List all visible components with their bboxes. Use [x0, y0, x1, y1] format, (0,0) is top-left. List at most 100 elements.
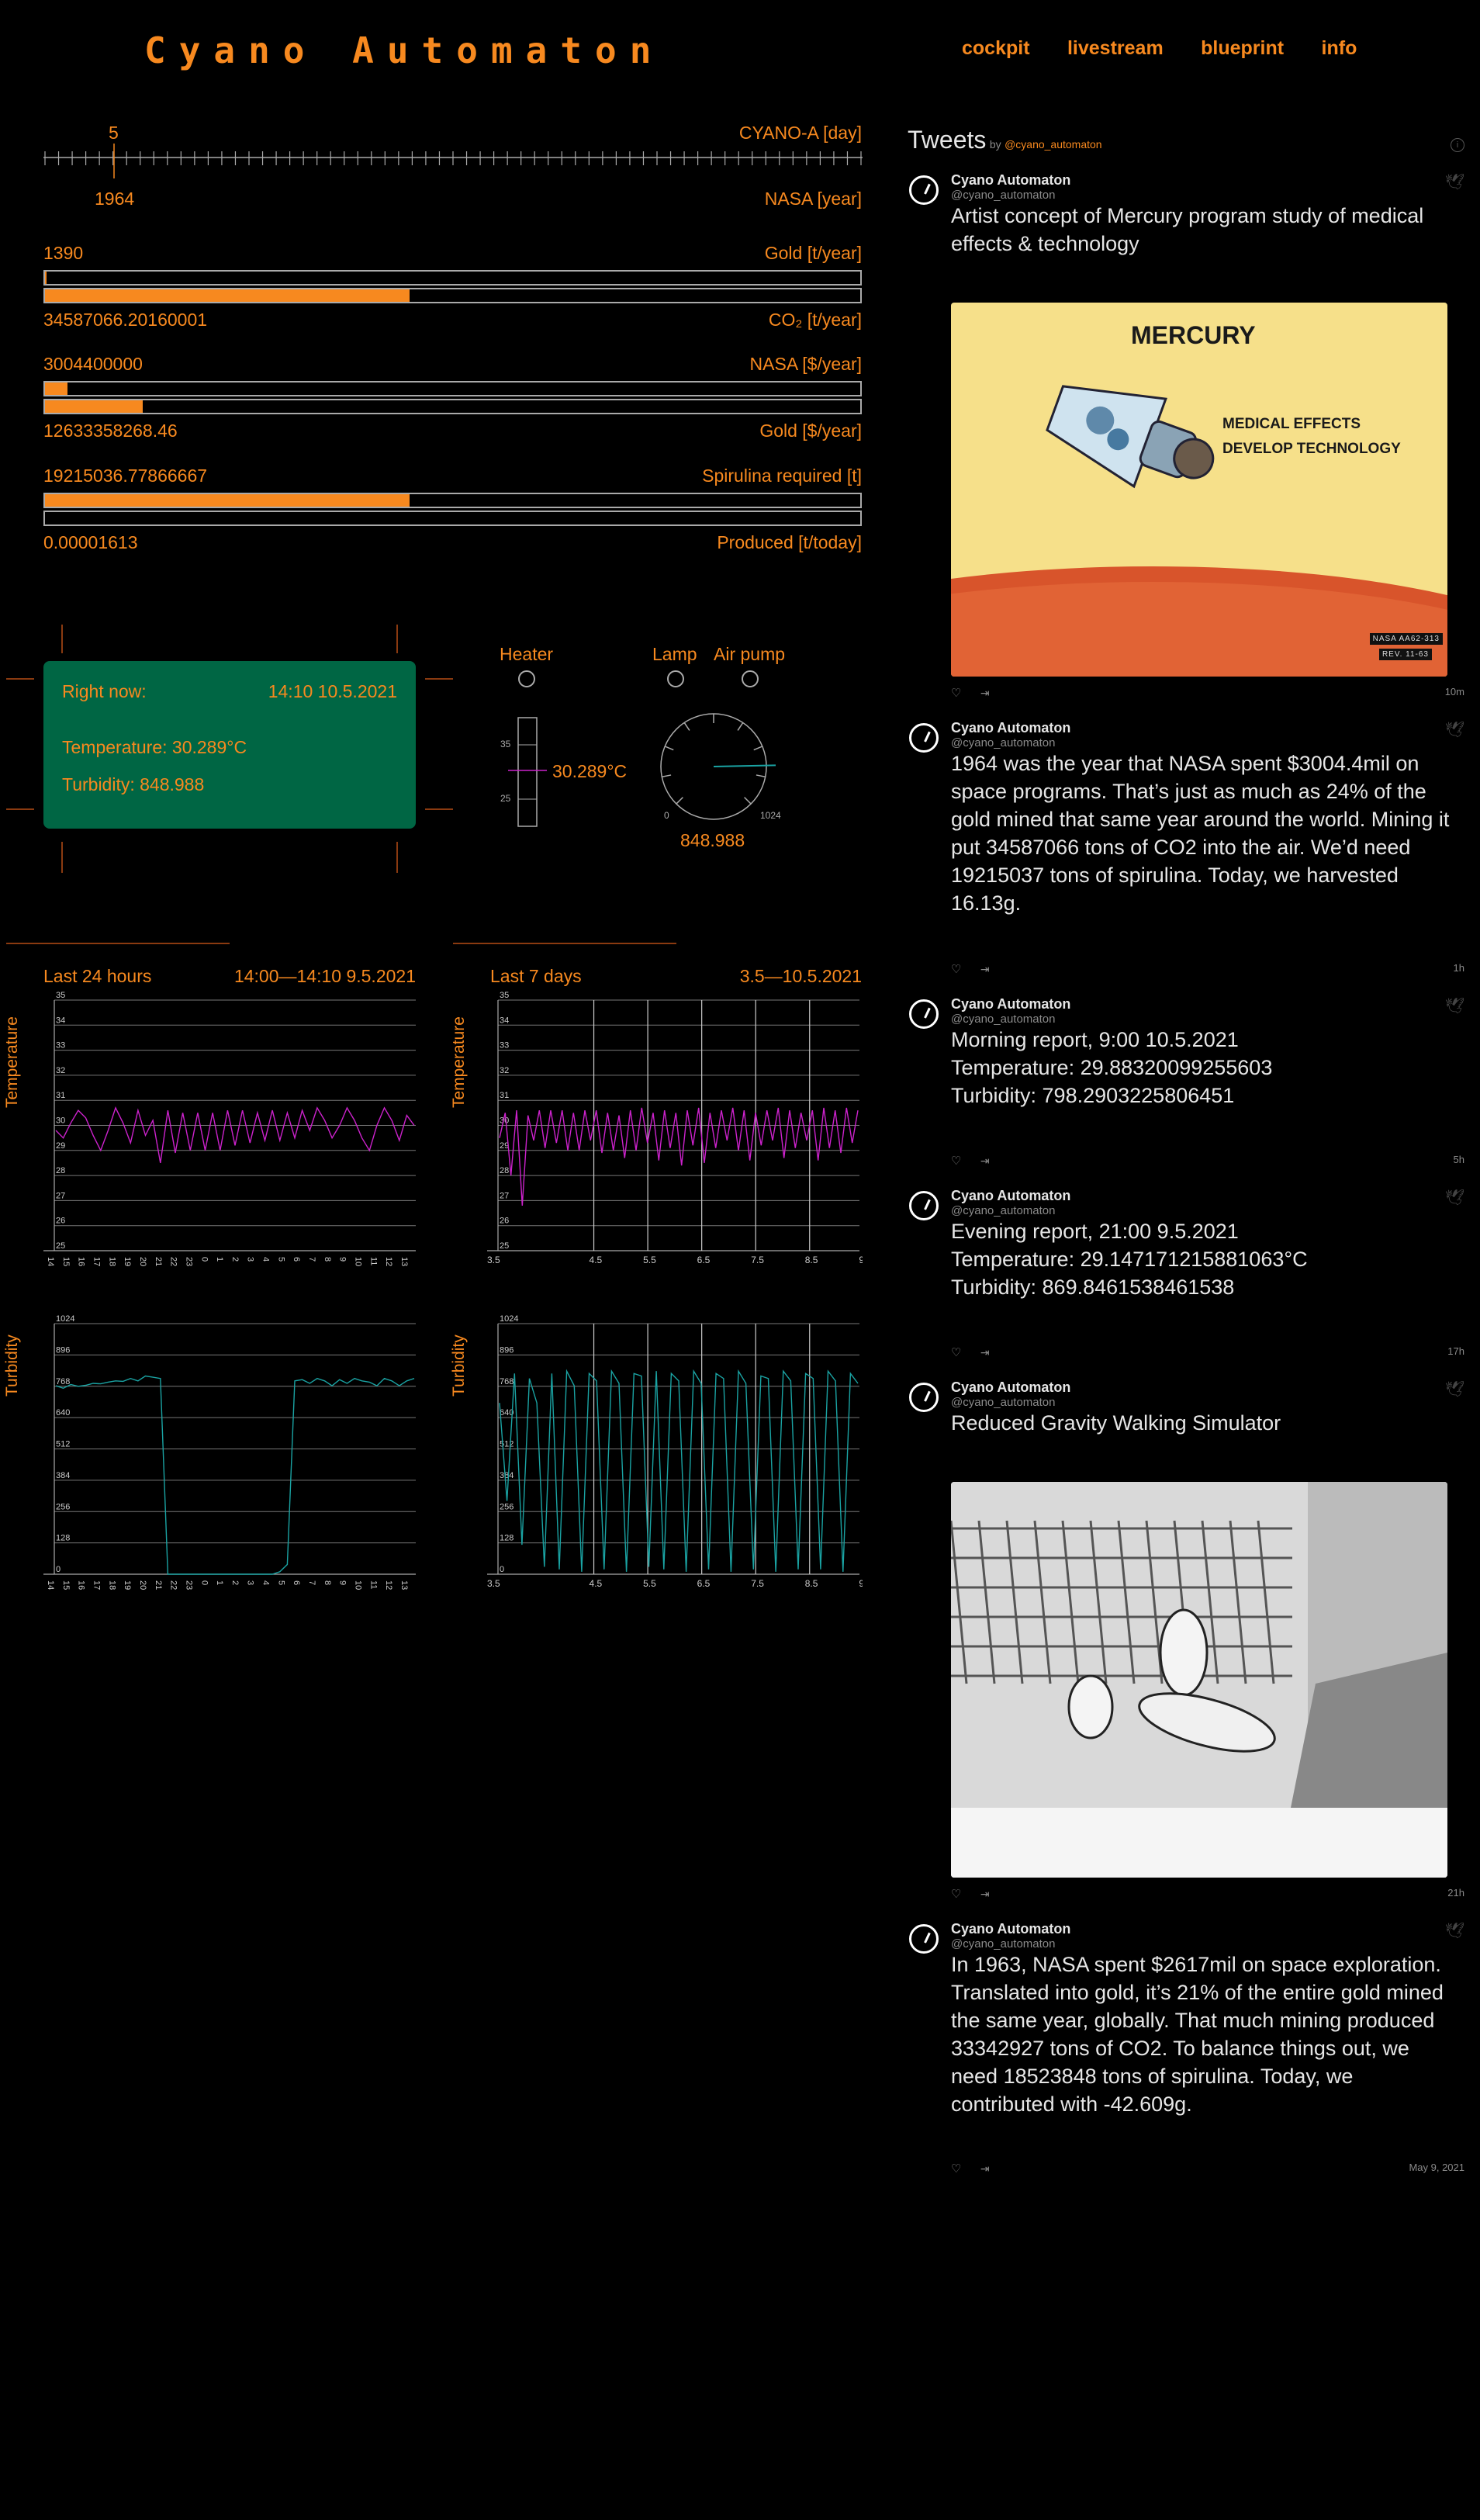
heater-indicator[interactable] [518, 670, 535, 687]
share-icon[interactable]: ⇥ [980, 1154, 990, 1167]
x-tick-label: 9 [338, 1580, 348, 1585]
bar-1-bottom-value: 12633358268.46 [43, 421, 178, 441]
heart-icon[interactable]: ♡ [951, 1346, 961, 1359]
share-icon[interactable]: ⇥ [980, 1888, 990, 1900]
thermo-tick-25: 25 [500, 793, 511, 804]
tweet-2-name[interactable]: Cyano Automaton [951, 996, 1455, 1012]
y-tick-label: 128 [56, 1534, 70, 1543]
air-pump-indicator[interactable] [742, 670, 759, 687]
lamp-indicator[interactable] [667, 670, 684, 687]
series-line [55, 1106, 415, 1164]
x-tick-label: 14 [46, 1580, 55, 1590]
timeline-bottom-label: NASA [year] [764, 189, 862, 209]
heart-icon[interactable]: ♡ [951, 963, 961, 976]
y-tick-label: 32 [56, 1066, 65, 1075]
tweet-2-time[interactable]: 5h [1454, 1154, 1464, 1165]
tweet-0-name[interactable]: Cyano Automaton [951, 172, 1455, 189]
tweet-0-avatar[interactable] [909, 175, 939, 205]
tweet-1-avatar[interactable] [909, 723, 939, 753]
y-tick-label: 896 [56, 1345, 70, 1355]
share-icon[interactable]: ⇥ [980, 2162, 990, 2175]
gauge-tick [753, 746, 763, 751]
tweet-1-time[interactable]: 1h [1454, 962, 1464, 974]
now-title: Right now: [62, 681, 147, 701]
x-tick-label: 6 [292, 1580, 301, 1585]
gauge-tick [676, 797, 683, 805]
bar-0-top-label: Gold [t/year] [764, 243, 862, 263]
tweet-5-handle[interactable]: @cyano_automaton [951, 1937, 1455, 1951]
site-logo[interactable]: Cyano Automaton [144, 29, 664, 71]
x-tick-label: 7 [307, 1257, 316, 1262]
tweets-account-link[interactable]: @cyano_automaton [1005, 138, 1102, 151]
tweet-2-avatar[interactable] [909, 999, 939, 1029]
nav-livestream[interactable]: livestream [1067, 37, 1164, 59]
mercury-image[interactable]: MERCURY MEDICAL EFFECTS DEVELOP TECHNOLO… [951, 303, 1447, 677]
turbidity-gauge [660, 713, 776, 820]
x-tick-label: 21 [154, 1257, 163, 1266]
x-tick-label: 3.5 [487, 1255, 500, 1265]
x-tick-label: 17 [92, 1257, 101, 1266]
panel-dividers [6, 943, 676, 944]
x-tick-label: 4 [261, 1580, 271, 1585]
week-temp-ylabel: Temperature [450, 1016, 468, 1108]
y-tick-label: 256 [500, 1502, 514, 1511]
tweet-4-handle[interactable]: @cyano_automaton [951, 1396, 1455, 1409]
tweet-0-handle[interactable]: @cyano_automaton [951, 189, 1455, 202]
tweet-5-name[interactable]: Cyano Automaton [951, 1921, 1455, 1937]
x-tick-label: 20 [138, 1580, 147, 1590]
tweet-0-time[interactable]: 10m [1445, 686, 1464, 698]
nav-info[interactable]: info [1322, 37, 1357, 59]
week-temperature-chart: 35343332313029282726253.5 4.5 5.5 6.5 7.5 8.5… [487, 991, 863, 1265]
nav-blueprint[interactable]: blueprint [1201, 37, 1284, 59]
tweet-4-actions: ♡ ⇥ 21h [951, 1887, 1464, 1902]
tweet-2: Cyano Automaton @cyano_automaton Morning… [951, 996, 1455, 1109]
bar-2-lower [43, 511, 862, 526]
x-tick-label: 22 [169, 1580, 178, 1590]
gauge-tick [683, 722, 690, 731]
y-tick-label: 33 [500, 1041, 509, 1051]
heater-label: Heater [500, 644, 554, 664]
tweet-3-name[interactable]: Cyano Automaton [951, 1188, 1455, 1204]
day-range: 14:00—14:10 9.5.2021 [233, 966, 416, 986]
bar-0-lower-fill [45, 289, 410, 302]
tweet-5-avatar[interactable] [909, 1924, 939, 1954]
tweet-5-time[interactable]: May 9, 2021 [1409, 2162, 1464, 2173]
x-tick-label: 4.5 [590, 1255, 603, 1265]
y-tick-label: 28 [56, 1166, 65, 1175]
bar-2-top-label: Spirulina required [t] [702, 466, 862, 486]
x-tick-label: 11 [368, 1257, 378, 1265]
tweet-3: Cyano Automaton @cyano_automaton Evening… [951, 1188, 1455, 1301]
tweet-3-handle[interactable]: @cyano_automaton [951, 1204, 1455, 1217]
y-tick-label: 512 [500, 1440, 514, 1449]
info-icon[interactable]: i [1451, 138, 1464, 152]
tweet-4-time[interactable]: 21h [1447, 1887, 1464, 1899]
y-tick-label: 35 [500, 991, 509, 1000]
y-tick-label: 384 [500, 1471, 514, 1480]
now-turbidity: Turbidity: 848.988 [62, 774, 205, 794]
heart-icon[interactable]: ♡ [951, 2162, 961, 2176]
x-tick-label: 17 [92, 1580, 101, 1590]
tweet-3-time[interactable]: 17h [1447, 1345, 1464, 1357]
tweet-1-handle[interactable]: @cyano_automaton [951, 736, 1455, 749]
gauge-tick [744, 797, 752, 805]
bar-0-bottom-label: CO₂ [t/year] [768, 310, 862, 330]
tweet-2-handle[interactable]: @cyano_automaton [951, 1012, 1455, 1026]
tweet-3-avatar[interactable] [909, 1191, 939, 1220]
tweet-1-name[interactable]: Cyano Automaton [951, 720, 1455, 736]
share-icon[interactable]: ⇥ [980, 963, 990, 975]
gravity-simulator-image[interactable] [951, 1482, 1447, 1878]
nav-cockpit[interactable]: cockpit [962, 37, 1030, 59]
y-tick-label: 384 [56, 1471, 70, 1480]
y-tick-label: 26 [56, 1217, 65, 1226]
heart-icon[interactable]: ♡ [951, 1888, 961, 1901]
tweet-4-avatar[interactable] [909, 1383, 939, 1412]
heart-icon[interactable]: ♡ [951, 1154, 961, 1168]
share-icon[interactable]: ⇥ [980, 687, 990, 699]
day-temp-ylabel: Temperature [3, 1016, 21, 1108]
tweet-5-text: In 1963, NASA spent $2617mil on space ex… [951, 1953, 1444, 2116]
heart-icon[interactable]: ♡ [951, 687, 961, 700]
tweet-4-name[interactable]: Cyano Automaton [951, 1379, 1455, 1396]
share-icon[interactable]: ⇥ [980, 1346, 990, 1359]
bar-2-upper-fill [45, 494, 410, 507]
y-tick-label: 34 [56, 1016, 65, 1025]
